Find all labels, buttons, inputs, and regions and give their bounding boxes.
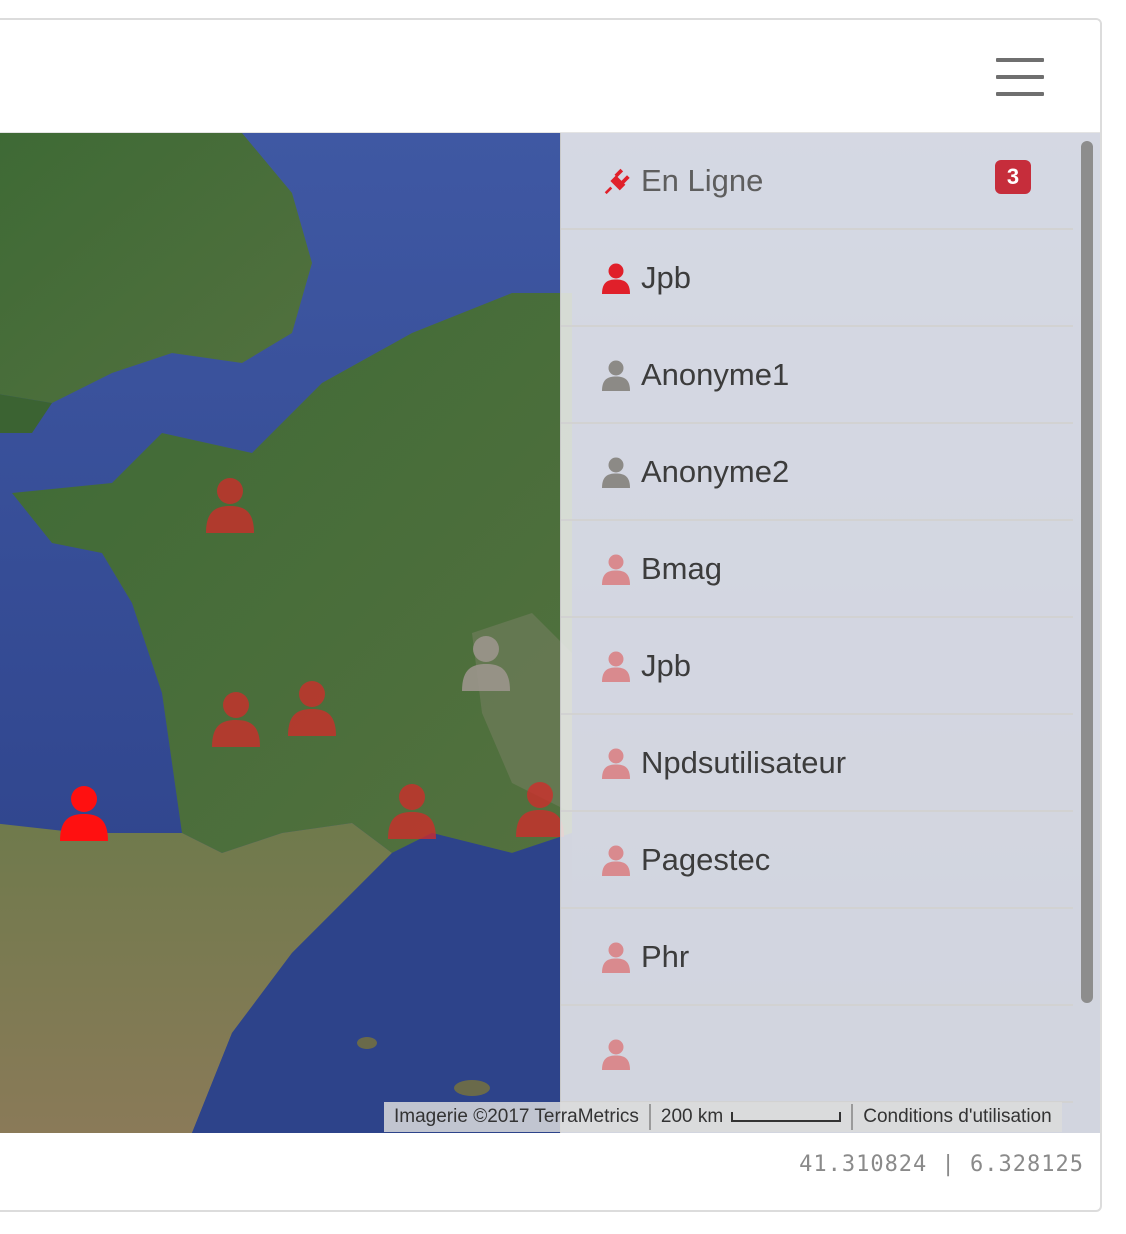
user-icon — [601, 456, 631, 488]
user-icon — [601, 553, 631, 585]
imagery-attribution: Imagerie ©2017 TerraMetrics — [384, 1104, 651, 1130]
user-list-item[interactable]: Anonyme1 — [561, 327, 1073, 424]
user-icon — [601, 650, 631, 682]
online-title: En Ligne — [641, 162, 764, 198]
map-scale[interactable]: 200 km — [651, 1104, 854, 1130]
map-attribution-bar: Imagerie ©2017 TerraMetrics 200 km Condi… — [384, 1102, 1062, 1132]
user-icon — [212, 692, 260, 747]
user-icon — [601, 747, 631, 779]
user-name: Anonyme1 — [641, 356, 790, 392]
user-icon — [388, 784, 436, 839]
user-name: Anonyme2 — [641, 453, 790, 489]
map-marker-user[interactable] — [208, 689, 264, 747]
online-count-badge: 3 — [995, 160, 1031, 194]
scale-bar — [731, 1111, 842, 1122]
map-marker-user[interactable] — [458, 633, 514, 691]
online-users-panel: En Ligne 3 Jpb Anonyme1 Anonyme2 Bmag Jpb Npd… — [560, 133, 1100, 1133]
user-icon — [288, 681, 336, 736]
user-list-item[interactable]: Npdsutilisateur — [561, 715, 1073, 812]
user-icon — [462, 636, 510, 691]
user-name: Pagestec — [641, 841, 771, 877]
user-list-item[interactable]: Pagestec — [561, 812, 1073, 909]
cursor-coordinates: 41.310824 | 6.328125 — [799, 1152, 1084, 1177]
user-list-item[interactable]: Jpb — [561, 618, 1073, 715]
terms-link[interactable]: Conditions d'utilisation — [853, 1104, 1061, 1130]
user-name: Jpb — [641, 259, 691, 295]
map-marker-user[interactable] — [384, 781, 440, 839]
map-marker-user[interactable] — [56, 783, 112, 841]
map-view[interactable]: En Ligne 3 Jpb Anonyme1 Anonyme2 Bmag Jpb Npd… — [0, 133, 1100, 1133]
top-bar — [0, 20, 1100, 133]
map-card: En Ligne 3 Jpb Anonyme1 Anonyme2 Bmag Jpb Npd… — [0, 18, 1102, 1212]
user-name: Jpb — [641, 647, 691, 683]
hamburger-menu-icon[interactable] — [996, 58, 1046, 98]
user-icon — [60, 786, 108, 841]
user-name: Phr — [641, 938, 690, 974]
user-list-item[interactable]: Jpb — [561, 230, 1073, 327]
user-icon — [601, 1038, 631, 1070]
user-icon — [601, 941, 631, 973]
map-marker-user[interactable] — [202, 475, 258, 533]
user-list-item[interactable]: Anonyme2 — [561, 424, 1073, 521]
user-icon — [601, 844, 631, 876]
scale-label: 200 km — [660, 1106, 724, 1127]
user-icon — [601, 262, 631, 294]
user-name: Bmag — [641, 550, 722, 586]
scrollbar-thumb[interactable] — [1081, 141, 1093, 1003]
online-header[interactable]: En Ligne 3 — [561, 133, 1073, 230]
user-list-item[interactable]: Phr — [561, 909, 1073, 1006]
user-name: Npdsutilisateur — [641, 744, 847, 780]
online-users-list: En Ligne 3 Jpb Anonyme1 Anonyme2 Bmag Jpb Npd… — [561, 133, 1073, 1103]
user-icon — [206, 478, 254, 533]
user-list-item[interactable]: Bmag — [561, 521, 1073, 618]
map-marker-user[interactable] — [284, 678, 340, 736]
user-icon — [601, 359, 631, 391]
plug-icon — [601, 165, 631, 197]
user-list-item[interactable] — [561, 1006, 1073, 1103]
